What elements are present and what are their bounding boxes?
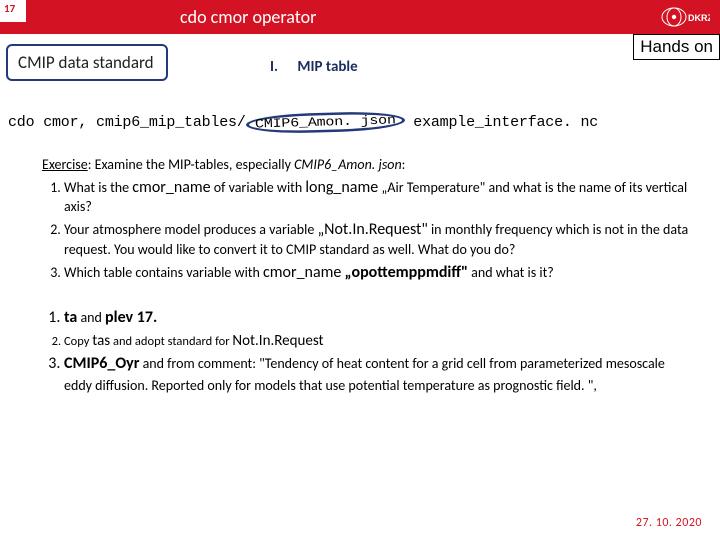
- hands-on-tag: Hands on: [633, 34, 720, 60]
- date-footer: 27. 10. 2020: [636, 516, 702, 530]
- command-line: cdo cmor, cmip6_mip_tables/CMIP6_Amon. j…: [8, 111, 720, 134]
- answer-item-1: ta and plev 17.: [64, 307, 692, 329]
- section-name: MIP table: [297, 58, 357, 76]
- title-bar: 17 cdo cmor operator DKRZ: [0, 0, 720, 34]
- exercise-item-2: Your atmosphere model produces a variabl…: [64, 219, 692, 259]
- exercise-block: Exercise: Examine the MIP-tables, especi…: [0, 134, 720, 283]
- answer-item-2: Copy tas and adopt standard for Not.In.R…: [64, 331, 692, 351]
- slide-number: 17: [0, 0, 26, 22]
- topic-tab: CMIP data standard: [6, 44, 168, 81]
- exercise-colon: :: [402, 156, 406, 173]
- dkrz-logo: DKRZ: [654, 5, 710, 29]
- exercise-list: What is the cmor_name of variable with l…: [64, 177, 692, 284]
- section-heading: I. MIP table: [270, 58, 358, 76]
- answers-list: ta and plev 17. Copy tas and adopt stand…: [64, 307, 692, 396]
- exercise-lead-text: : Examine the MIP-tables, especially: [88, 156, 294, 173]
- exercise-filename: CMIP6_Amon. json: [294, 156, 402, 173]
- exercise-item-1: What is the cmor_name of variable with l…: [64, 177, 692, 217]
- svg-text:DKRZ: DKRZ: [688, 13, 710, 23]
- cmd-pre: cdo cmor, cmip6_mip_tables/: [8, 114, 246, 131]
- cmd-post: example_interface. nc: [404, 114, 598, 131]
- section-number: I.: [270, 58, 278, 76]
- exercise-item-3: Which table contains variable with cmor_…: [64, 262, 692, 284]
- answer-item-3: CMIP6_Oyr and from comment: "Tendency of…: [64, 353, 692, 396]
- exercise-label: Exercise: [42, 156, 88, 173]
- answers-block: ta and plev 17. Copy tas and adopt stand…: [0, 285, 720, 396]
- cmd-circled: CMIP6_Amon. json: [245, 110, 405, 134]
- exercise-lead: Exercise: Examine the MIP-tables, especi…: [42, 156, 692, 175]
- slide-title: cdo cmor operator: [180, 6, 316, 28]
